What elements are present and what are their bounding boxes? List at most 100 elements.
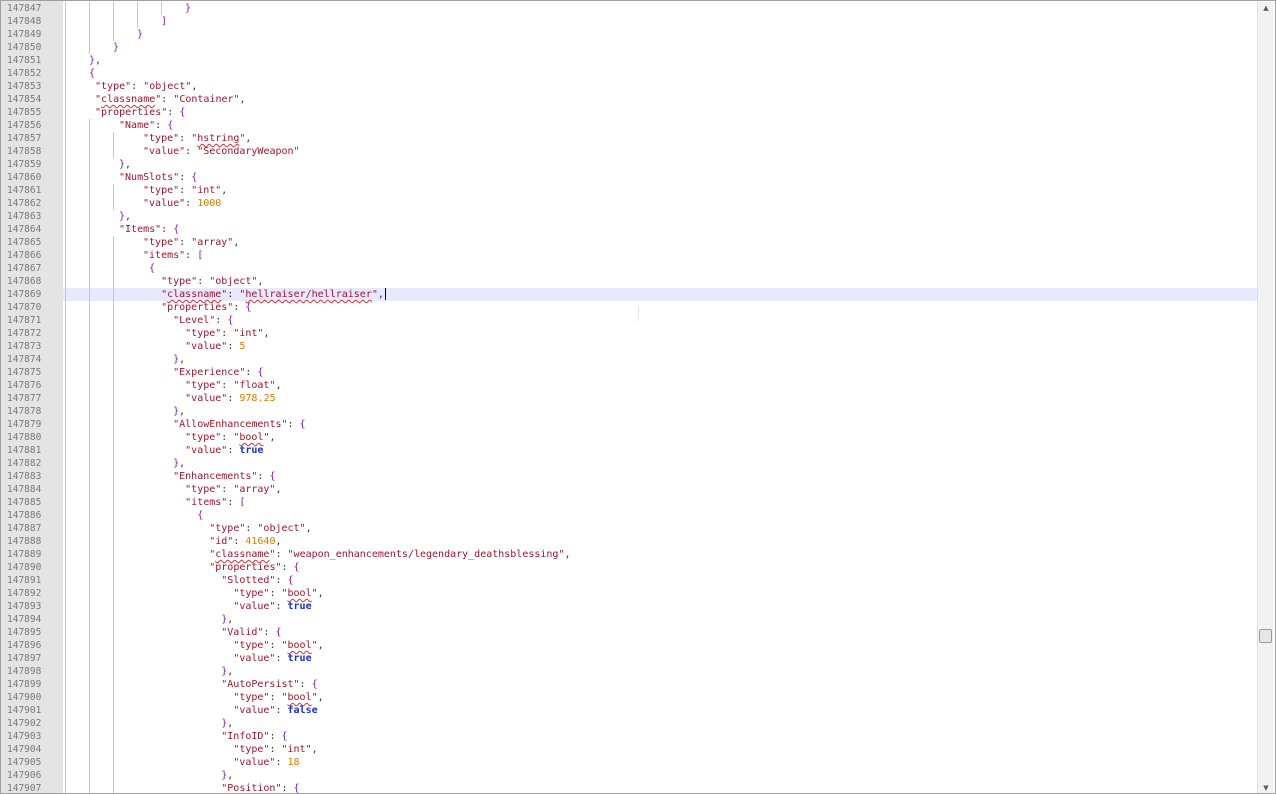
code-line[interactable]: 147871 "Level": { [1, 314, 1259, 327]
code-line[interactable]: 147882}, [1, 457, 1259, 470]
code-line[interactable]: 147868 "type": "object", [1, 275, 1259, 288]
code-line[interactable]: 147892 "type": "bool", [1, 587, 1259, 600]
indent-guides [65, 626, 131, 639]
code-text: "value": true [233, 652, 311, 665]
code-line[interactable]: 147853 "type": "object", [1, 80, 1259, 93]
code-line[interactable]: 147906}, [1, 769, 1259, 782]
code-text: "Slotted": { [221, 574, 293, 587]
code-line[interactable]: 147851}, [1, 54, 1259, 67]
code-line[interactable]: 147896 "type": "bool", [1, 639, 1259, 652]
indent-guides [65, 704, 131, 717]
indent-guides [65, 379, 131, 392]
code-line[interactable]: 147895 "Valid": { [1, 626, 1259, 639]
code-text: "type": "bool", [233, 639, 323, 652]
indent-guides [65, 782, 131, 793]
code-line[interactable]: 147864 "Items": { [1, 223, 1259, 236]
code-line[interactable]: 147887 "type": "object", [1, 522, 1259, 535]
code-line[interactable]: 147850} [1, 41, 1259, 54]
code-line[interactable]: 147847} [1, 2, 1259, 15]
indent-guides [65, 418, 131, 431]
code-line[interactable]: 147857 "type": "hstring", [1, 132, 1259, 145]
code-text: "value": 18 [233, 756, 299, 769]
code-text: "items": [ [185, 496, 245, 509]
code-line[interactable]: 147900 "type": "bool", [1, 691, 1259, 704]
code-text: "type": "bool", [233, 691, 323, 704]
code-line[interactable]: 147877 "value": 978.25 [1, 392, 1259, 405]
code-line[interactable]: 147884 "type": "array", [1, 483, 1259, 496]
code-token: "type" [209, 523, 246, 534]
code-line[interactable]: 147870 "properties": { [1, 301, 1259, 314]
line-number: 147852 [1, 67, 63, 80]
code-line[interactable]: 147886 { [1, 509, 1259, 522]
code-line[interactable]: 147855 "properties": { [1, 106, 1259, 119]
code-line[interactable]: 147860 "NumSlots": { [1, 171, 1259, 184]
code-line[interactable]: 147907 "Position": { [1, 782, 1259, 793]
code-text: }, [221, 665, 233, 678]
indent-guides [65, 327, 131, 340]
code-line[interactable]: 147904 "type": "int", [1, 743, 1259, 756]
code-token: "type" [233, 588, 270, 599]
code-line[interactable]: 147872 "type": "int", [1, 327, 1259, 340]
code-line[interactable]: 147897 "value": true [1, 652, 1259, 665]
code-token: 978.25 [239, 393, 276, 404]
code-line[interactable]: 147863}, [1, 210, 1259, 223]
code-line[interactable]: 147902}, [1, 717, 1259, 730]
code-token: "id" [209, 536, 234, 547]
code-line[interactable]: 147878}, [1, 405, 1259, 418]
line-number: 147849 [1, 28, 63, 41]
code-line[interactable]: 147867 { [1, 262, 1259, 275]
code-token: 1000 [197, 198, 222, 209]
code-line[interactable]: 147859}, [1, 158, 1259, 171]
code-line[interactable]: 147881 "value": true [1, 444, 1259, 457]
code-line[interactable]: 147849} [1, 28, 1259, 41]
code-line[interactable]: 147880 "type": "bool", [1, 431, 1259, 444]
code-editor[interactable]: 147847} 147848] 147849} 147850} 147851}, 1478… [0, 0, 1276, 794]
scroll-down-arrow-icon[interactable]: ▼ [1258, 782, 1274, 793]
code-token: : [131, 81, 144, 92]
code-line[interactable]: 147856 "Name": { [1, 119, 1259, 132]
vertical-scrollbar[interactable]: ▲ ▼ [1257, 2, 1274, 793]
code-token: ] [161, 16, 168, 27]
code-lines[interactable]: 147847} 147848] 147849} 147850} 147851}, 1478… [1, 2, 1259, 793]
code-line[interactable]: 147848] [1, 15, 1259, 28]
code-token: "type" [185, 380, 222, 391]
code-line[interactable]: 147889 "classname": "weapon_enhancements/… [1, 548, 1259, 561]
code-line[interactable]: 147876 "type": "float", [1, 379, 1259, 392]
code-line[interactable]: 147852 { [1, 67, 1259, 80]
code-token: true [287, 601, 312, 612]
code-line[interactable]: 147905 "value": 18 [1, 756, 1259, 769]
code-line[interactable]: 147888 "id": 41640, [1, 535, 1259, 548]
code-text: "type": "bool", [233, 587, 323, 600]
scrollbar-thumb[interactable] [1259, 629, 1272, 643]
code-token: "value" [143, 198, 186, 209]
line-number: 147885 [1, 496, 63, 509]
code-line[interactable]: 147893 "value": true [1, 600, 1259, 613]
code-line[interactable]: 147883 "Enhancements": { [1, 470, 1259, 483]
code-token: : [167, 107, 180, 118]
code-line[interactable]: 147885 "items": [ [1, 496, 1259, 509]
code-line[interactable]: 147861 "type": "int", [1, 184, 1259, 197]
code-line[interactable]: 147901 "value": false [1, 704, 1259, 717]
code-line[interactable]: 147858 "value": "SecondaryWeapon" [1, 145, 1259, 158]
code-line[interactable]: 147879 "AllowEnhancements": { [1, 418, 1259, 431]
code-line[interactable]: 147875 "Experience": { [1, 366, 1259, 379]
code-line[interactable]: 147894}, [1, 613, 1259, 626]
line-number: 147883 [1, 470, 63, 483]
code-line[interactable]: 147899 "AutoPersist": { [1, 678, 1259, 691]
code-line[interactable]: 147891 "Slotted": { [1, 574, 1259, 587]
code-line[interactable]: 147862 "value": 1000 [1, 197, 1259, 210]
code-line[interactable]: 147865 "type": "array", [1, 236, 1259, 249]
code-line[interactable]: 147898}, [1, 665, 1259, 678]
code-line[interactable]: 147890 "properties": { [1, 561, 1259, 574]
code-text: "classname": "weapon_enhancements/legend… [209, 548, 570, 561]
current-code-line[interactable]: 147869 "classname": "hellraiser/hellraise… [1, 288, 1259, 301]
code-text: "type": "bool", [185, 431, 275, 444]
code-line[interactable]: 147873 "value": 5 [1, 340, 1259, 353]
scroll-up-arrow-icon[interactable]: ▲ [1258, 2, 1274, 14]
line-number: 147856 [1, 119, 63, 132]
code-line[interactable]: 147866 "items": [ [1, 249, 1259, 262]
line-number: 147887 [1, 522, 63, 535]
code-line[interactable]: 147874}, [1, 353, 1259, 366]
code-line[interactable]: 147854 "classname": "Container", [1, 93, 1259, 106]
code-line[interactable]: 147903 "InfoID": { [1, 730, 1259, 743]
